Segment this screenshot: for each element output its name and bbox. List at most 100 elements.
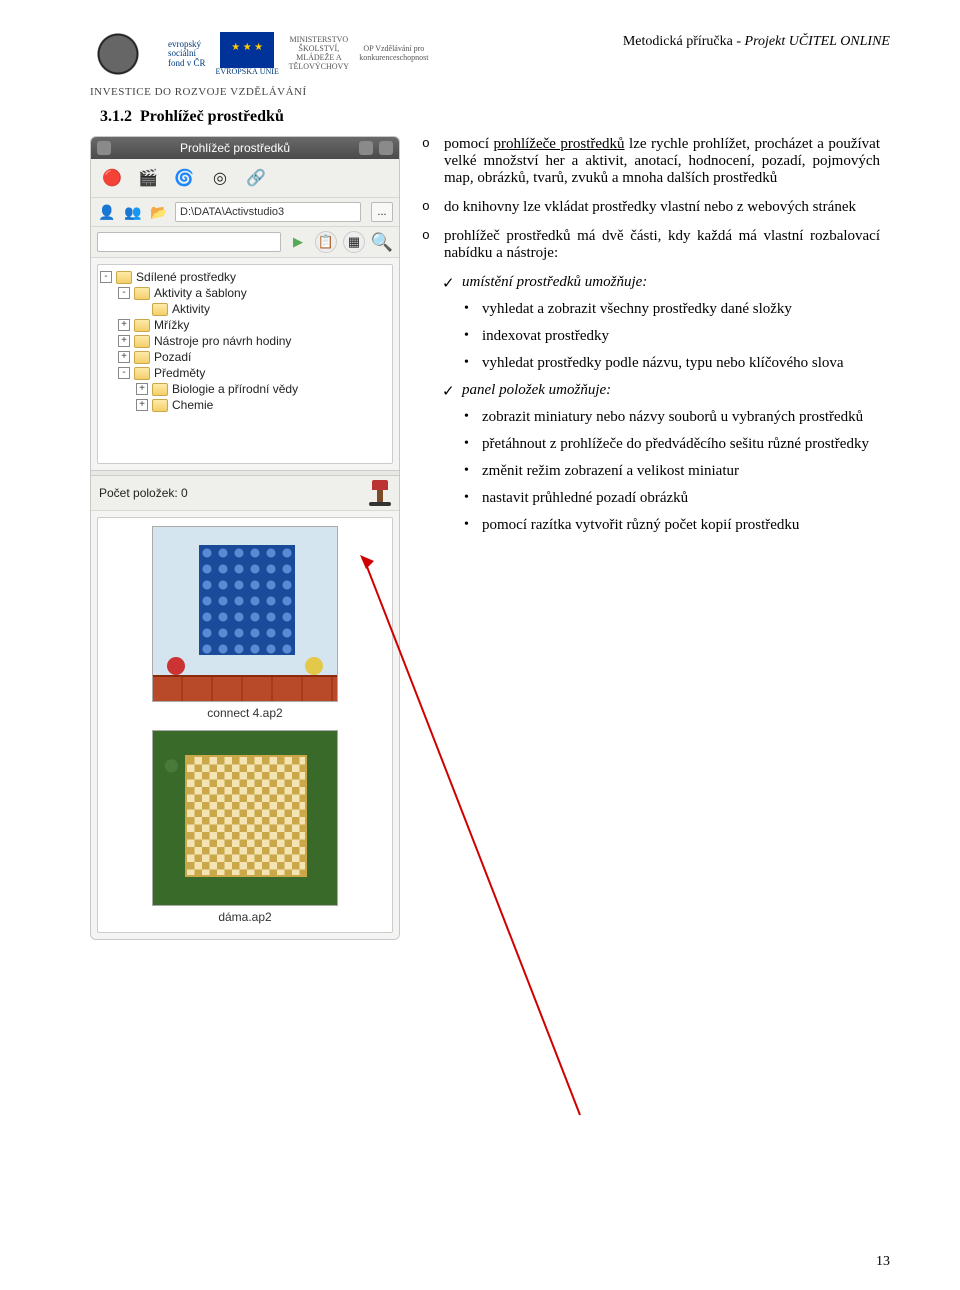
page-header: evropský sociální fond v ČR EVROPSKÁ UNI… — [90, 30, 890, 78]
search-input[interactable] — [97, 232, 281, 252]
check-item: umístění prostředků umožňuje: — [462, 274, 880, 291]
folder-icon — [134, 335, 150, 348]
app-screenshot: Prohlížeč prostředků 🔴 🎬 🌀 ◎ 🔗 👤 👥 📂 — [90, 136, 400, 940]
rings-icon[interactable]: ◎ — [207, 165, 233, 191]
tree-item[interactable]: Aktivity — [100, 301, 390, 317]
tree-label: Mřížky — [154, 318, 189, 332]
browse-button[interactable]: ... — [371, 202, 393, 222]
esf-label: evropský sociální fond v ČR — [168, 40, 206, 68]
tree-label: Předměty — [154, 366, 205, 380]
category-toolbar: 🔴 🎬 🌀 ◎ 🔗 — [91, 159, 399, 198]
folder-icon — [152, 303, 168, 316]
eu-flag-icon — [220, 32, 274, 68]
description-text: pomocí prohlížeče prostředků lze rychle … — [418, 136, 890, 544]
tree-item[interactable]: + Chemie — [100, 397, 390, 413]
tree-item[interactable]: + Mřížky — [100, 317, 390, 333]
tree-item[interactable]: - Sdílené prostředky — [100, 269, 390, 285]
invest-tagline: INVESTICE DO ROZVOJE VZDĚLÁVÁNÍ — [90, 86, 890, 98]
folder-tree[interactable]: -Sdílené prostředky -Aktivity a šablony … — [97, 264, 393, 464]
tree-label: Chemie — [172, 398, 213, 412]
page-number: 13 — [876, 1254, 890, 1270]
folder-icon — [134, 367, 150, 380]
thumbnail-list[interactable]: connect 4.ap2 dáma.ap2 — [97, 517, 393, 933]
spinner-icon[interactable]: 🌀 — [171, 165, 197, 191]
tree-label: Sdílené prostředky — [136, 270, 236, 284]
tree-label: Nástroje pro návrh hodiny — [154, 334, 291, 348]
search-toolbar: ▶ 📋 ▦ 🔍 — [91, 227, 399, 258]
person-icon[interactable]: 👤 — [97, 202, 117, 222]
thumbnail-item[interactable]: dáma.ap2 — [145, 730, 345, 924]
globe-icon[interactable]: 🔍 — [371, 231, 393, 253]
doc-title-prefix: Metodická příručka - — [623, 34, 745, 49]
pin-icon[interactable] — [359, 141, 373, 155]
folder-icon — [152, 399, 168, 412]
thumbnail-preview — [152, 526, 338, 702]
bullet-item: vyhledat a zobrazit všechny prostředky d… — [482, 301, 880, 318]
tree-item[interactable]: + Nástroje pro návrh hodiny — [100, 333, 390, 349]
esf-logo-icon — [90, 30, 160, 78]
collapse-icon[interactable]: - — [118, 287, 130, 299]
people-icon[interactable]: 👥 — [123, 202, 143, 222]
msmt-logo: MINISTERSTVO ŠKOLSTVÍ, MLÁDEŽE A TĚLOVÝC… — [289, 36, 349, 71]
path-value: D:\DATA\Activstudio3 — [180, 206, 284, 218]
play-icon[interactable]: ▶ — [287, 231, 309, 253]
expand-icon[interactable]: + — [118, 351, 130, 363]
tree-item[interactable]: - Předměty — [100, 365, 390, 381]
resource-browser-panel: Prohlížeč prostředků 🔴 🎬 🌀 ◎ 🔗 👤 👥 📂 — [90, 136, 400, 940]
tree-item[interactable]: + Pozadí — [100, 349, 390, 365]
thumbnail-caption: dáma.ap2 — [218, 910, 271, 924]
panel-title: Prohlížeč prostředků — [117, 141, 353, 155]
thumbnail-preview — [152, 730, 338, 906]
folder-icon — [134, 319, 150, 332]
clapper-icon[interactable]: 🎬 — [135, 165, 161, 191]
collapse-icon[interactable]: - — [100, 271, 112, 283]
expand-icon[interactable]: + — [118, 335, 130, 347]
menu-icon[interactable] — [379, 141, 393, 155]
tree-item[interactable]: +Biologie a přírodní vědy — [100, 381, 390, 397]
underlined-term: prohlížeče prostředků — [493, 136, 624, 152]
folder-icon — [134, 351, 150, 364]
folder-icon — [152, 383, 168, 396]
folder-icon — [116, 271, 132, 284]
check-item: panel položek umožňuje: — [462, 382, 880, 399]
list-icon[interactable]: 📋 — [315, 231, 337, 253]
bullet-item: pomocí razítka vytvořit různý počet kopi… — [482, 517, 880, 534]
expand-icon[interactable]: + — [118, 319, 130, 331]
path-toolbar: 👤 👥 📂 D:\DATA\Activstudio3 ... — [91, 198, 399, 227]
item-count-bar: Počet položek: 0 — [91, 476, 399, 511]
esf-line3: fond v ČR — [168, 58, 206, 68]
tree-item[interactable]: - Aktivity a šablony — [100, 285, 390, 301]
item-count-label: Počet položek: 0 — [99, 486, 188, 500]
list-item: prohlížeč prostředků má dvě části, kdy k… — [444, 228, 880, 262]
path-input[interactable]: D:\DATA\Activstudio3 — [175, 202, 361, 222]
tree-label: Aktivity — [172, 302, 210, 316]
power-icon[interactable]: 🔴 — [99, 165, 125, 191]
section-heading: 3.1.2 Prohlížeč prostředků — [100, 108, 890, 126]
collapse-icon[interactable]: - — [118, 367, 130, 379]
bullet-item: nastavit průhledné pozadí obrázků — [482, 490, 880, 507]
splitter-handle[interactable] — [91, 470, 399, 476]
tree-label: Aktivity a šablony — [154, 286, 247, 300]
doc-title-project: Projekt UČITEL ONLINE — [745, 34, 890, 49]
bullet-item: vyhledat prostředky podle názvu, typu ne… — [482, 355, 880, 372]
eu-label: EVROPSKÁ UNIE — [216, 68, 279, 76]
thumbnail-caption: connect 4.ap2 — [207, 706, 282, 720]
grid-icon[interactable]: ▦ — [343, 231, 365, 253]
back-button-icon[interactable] — [97, 141, 111, 155]
stamp-icon[interactable] — [369, 480, 391, 506]
bullet-item: indexovat prostředky — [482, 328, 880, 345]
tree-label: Pozadí — [154, 350, 191, 364]
section-title: Prohlížeč prostředků — [140, 108, 284, 125]
expand-icon[interactable]: + — [136, 383, 148, 395]
bullet-item: změnit režim zobrazení a velikost miniat… — [482, 463, 880, 480]
expand-icon[interactable]: + — [136, 399, 148, 411]
thumbnail-item[interactable]: connect 4.ap2 — [145, 526, 345, 720]
doc-title: Metodická příručka - Projekt UČITEL ONLI… — [623, 34, 890, 50]
link-icon[interactable]: 🔗 — [243, 165, 269, 191]
bullet-item: přetáhnout z prohlížeče do předváděcího … — [482, 436, 880, 453]
opvk-logo: OP Vzdělávání pro konkurenceschopnost — [359, 45, 429, 63]
folder-icon — [134, 287, 150, 300]
open-folder-icon[interactable]: 📂 — [149, 202, 169, 222]
list-item: pomocí prohlížeče prostředků lze rychle … — [444, 136, 880, 187]
panel-titlebar: Prohlížeč prostředků — [91, 137, 399, 159]
